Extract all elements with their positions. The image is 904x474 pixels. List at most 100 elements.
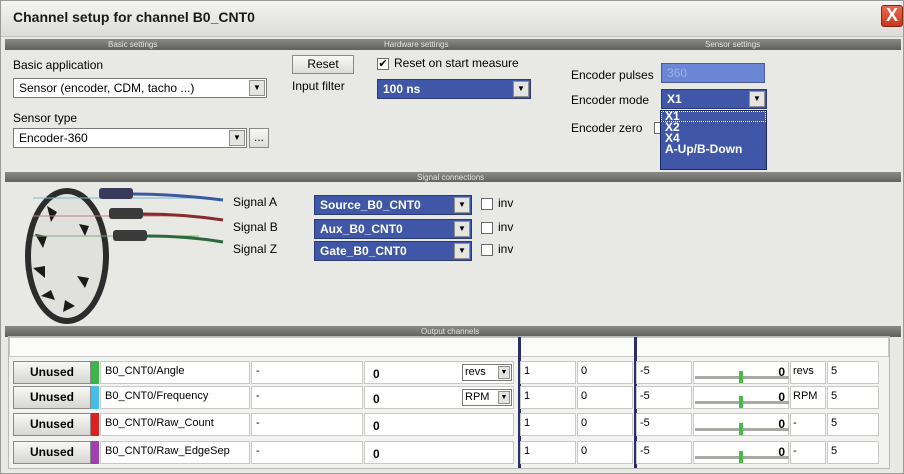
table-header-row <box>9 337 889 357</box>
chevron-down-icon[interactable]: ▼ <box>454 197 470 213</box>
signal-b-inv-checkbox[interactable] <box>481 222 493 234</box>
slider-thumb[interactable] <box>739 451 743 463</box>
channel-color-swatch[interactable] <box>91 361 99 384</box>
slider-value: 0 <box>778 417 785 431</box>
offset-cell[interactable]: 0 <box>577 413 633 436</box>
level-slider[interactable]: 0 <box>693 413 789 436</box>
signal-z-inv-checkbox[interactable] <box>481 244 493 256</box>
channel-name-cell[interactable]: B0_CNT0/Frequency <box>100 386 250 409</box>
channel-name-cell[interactable]: B0_CNT0/Raw_Count <box>100 413 250 436</box>
chevron-down-icon[interactable]: ▼ <box>229 130 245 146</box>
signal-a-value: Source_B0_CNT0 <box>320 198 421 212</box>
chevron-down-icon[interactable]: ▼ <box>498 366 510 379</box>
offset-cell[interactable]: 0 <box>577 361 633 384</box>
sensor-type-browse-button[interactable]: ... <box>249 128 269 148</box>
chevron-down-icon[interactable]: ▼ <box>454 221 470 237</box>
scale-factor-cell[interactable]: 1 <box>520 413 576 436</box>
encoder-mode-value: X1 <box>667 92 682 106</box>
range-min-cell[interactable]: -5 <box>636 361 692 384</box>
channel-color-swatch[interactable] <box>91 386 99 409</box>
chevron-down-icon[interactable]: ▼ <box>513 81 529 97</box>
offset-cell[interactable]: 0 <box>577 441 633 464</box>
scale-factor-cell[interactable]: 1 <box>520 361 576 384</box>
unused-button[interactable]: Unused <box>13 413 91 436</box>
offset-cell[interactable]: 0 <box>577 386 633 409</box>
range-max-cell[interactable]: 5 <box>827 413 879 436</box>
channel-value-cell: 0 <box>364 413 514 436</box>
signal-z-value: Gate_B0_CNT0 <box>320 244 407 258</box>
window-title: Channel setup for channel B0_CNT0 <box>13 9 255 25</box>
signal-a-label: Signal A <box>233 195 278 209</box>
scale-factor-cell[interactable]: 1 <box>520 441 576 464</box>
unit-value: RPM <box>465 391 490 403</box>
encoder-mode-dropdown-list[interactable]: X1 X2 X4 A-Up/B-Down <box>660 110 767 170</box>
range-min-cell[interactable]: -5 <box>636 441 692 464</box>
encoder-wheel-illustration <box>25 188 224 324</box>
channel-color-swatch[interactable] <box>91 441 99 464</box>
signal-z-label: Signal Z <box>233 242 278 256</box>
slider-thumb[interactable] <box>739 423 743 435</box>
mode-option-aup-bdown[interactable]: A-Up/B-Down <box>661 143 766 155</box>
encoder-mode-select[interactable]: X1 ▼ <box>661 89 767 109</box>
signal-a-select[interactable]: Source_B0_CNT0 ▼ <box>314 195 472 215</box>
signal-z-inv-label: inv <box>498 242 514 256</box>
signal-b-value: Aux_B0_CNT0 <box>320 222 403 236</box>
display-unit-cell: RPM <box>790 386 826 409</box>
slider-value: 0 <box>778 445 785 459</box>
channel-desc-cell[interactable]: - <box>251 413 363 436</box>
level-slider[interactable]: 0 <box>693 361 789 384</box>
range-min-cell[interactable]: -5 <box>636 413 692 436</box>
level-slider[interactable]: 0 <box>693 386 789 409</box>
signal-b-select[interactable]: Aux_B0_CNT0 ▼ <box>314 219 472 239</box>
unused-button[interactable]: Unused <box>13 441 91 464</box>
chevron-down-icon[interactable]: ▼ <box>454 243 470 259</box>
basic-application-value: Sensor (encoder, CDM, tacho ...) <box>19 81 195 95</box>
reset-button[interactable]: Reset <box>292 55 354 74</box>
unit-select[interactable]: revs ▼ <box>462 364 512 381</box>
channel-desc-cell[interactable]: - <box>251 386 363 409</box>
sensor-type-value: Encoder-360 <box>19 131 88 145</box>
range-min-cell[interactable]: -5 <box>636 386 692 409</box>
chevron-down-icon[interactable]: ▼ <box>749 91 765 107</box>
range-max-cell[interactable]: 5 <box>827 361 879 384</box>
unused-button[interactable]: Unused <box>13 361 91 384</box>
basic-settings-header: Basic settings <box>108 40 158 49</box>
channel-setup-window: Channel setup for channel B0_CNT0 X Basi… <box>0 0 904 474</box>
range-max-cell[interactable]: 5 <box>827 386 879 409</box>
encoder-mode-label: Encoder mode <box>571 93 650 107</box>
sensor-type-label: Sensor type <box>13 111 78 125</box>
range-max-cell[interactable]: 5 <box>827 441 879 464</box>
reset-on-start-checkbox[interactable]: ✔ <box>377 58 389 70</box>
signal-a-inv-label: inv <box>498 196 514 210</box>
channel-desc-cell[interactable]: - <box>251 361 363 384</box>
sensor-type-select[interactable]: Encoder-360 ▼ <box>13 128 247 148</box>
encoder-pulses-label: Encoder pulses <box>571 68 654 82</box>
basic-application-select[interactable]: Sensor (encoder, CDM, tacho ...) ▼ <box>13 78 267 98</box>
channel-value-cell: 0 <box>364 441 514 464</box>
input-filter-value: 100 ns <box>383 82 421 96</box>
channel-name-cell[interactable]: B0_CNT0/Raw_EdgeSep <box>100 441 250 464</box>
slider-thumb[interactable] <box>739 396 743 408</box>
slider-thumb[interactable] <box>739 371 743 383</box>
channel-desc-cell[interactable]: - <box>251 441 363 464</box>
level-slider[interactable]: 0 <box>693 441 789 464</box>
signal-b-inv-label: inv <box>498 220 514 234</box>
unit-value: revs <box>465 366 486 378</box>
input-filter-select[interactable]: 100 ns ▼ <box>377 79 531 99</box>
title-bar: Channel setup for channel B0_CNT0 X <box>1 1 903 37</box>
channel-name-cell[interactable]: B0_CNT0/Angle <box>100 361 250 384</box>
channel-color-swatch[interactable] <box>91 413 99 436</box>
unit-select[interactable]: RPM ▼ <box>462 389 512 406</box>
signal-b-label: Signal B <box>233 220 278 234</box>
scale-factor-cell[interactable]: 1 <box>520 386 576 409</box>
encoder-pulses-input[interactable]: 360 <box>661 63 765 83</box>
unused-button[interactable]: Unused <box>13 386 91 409</box>
close-button[interactable]: X <box>881 5 903 27</box>
encoder-zero-label: Encoder zero <box>571 121 643 135</box>
signal-z-select[interactable]: Gate_B0_CNT0 ▼ <box>314 241 472 261</box>
signal-a-inv-checkbox[interactable] <box>481 198 493 210</box>
slider-value: 0 <box>778 365 785 379</box>
basic-application-label: Basic application <box>13 58 104 72</box>
chevron-down-icon[interactable]: ▼ <box>249 80 265 96</box>
chevron-down-icon[interactable]: ▼ <box>498 391 510 404</box>
